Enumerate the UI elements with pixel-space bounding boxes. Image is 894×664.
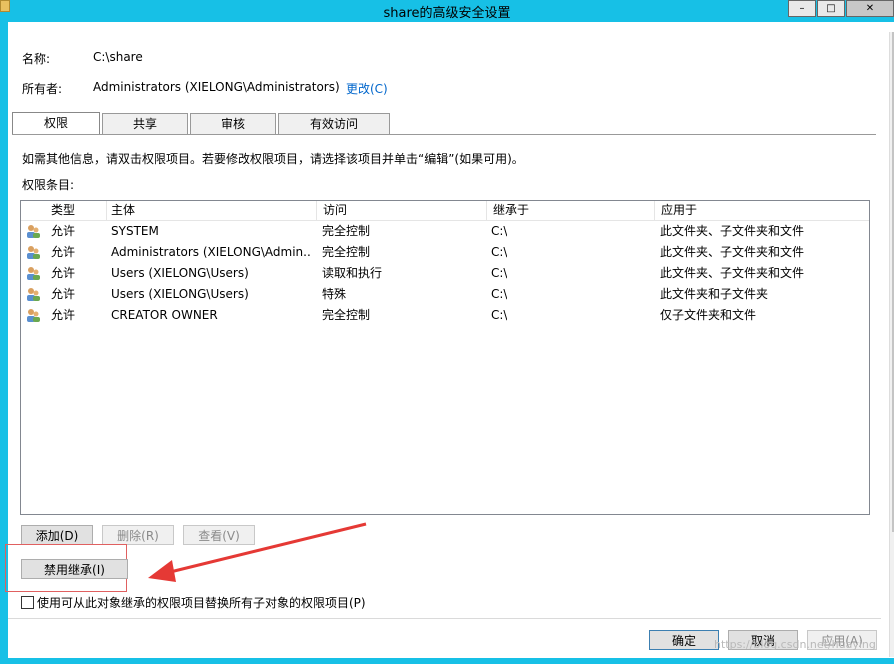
row-applies-to: 此文件夹、子文件夹和文件 xyxy=(660,245,805,259)
column-header-inherited-from[interactable]: 继承于 xyxy=(487,201,655,220)
row-access: 完全控制 xyxy=(322,224,371,238)
dialog-client-area: 名称: C:\share 所有者: Administrators (XIELON… xyxy=(5,22,894,658)
maximize-button[interactable]: □ xyxy=(817,0,845,17)
column-header-access[interactable]: 访问 xyxy=(317,201,487,220)
row-access: 读取和执行 xyxy=(322,266,383,280)
row-applies-to: 此文件夹、子文件夹和文件 xyxy=(660,266,805,280)
watermark-text: https://blog.csdn.net/huaying xyxy=(714,638,876,651)
replace-child-permissions-checkbox[interactable] xyxy=(21,596,34,609)
change-owner-link[interactable]: 更改(C) xyxy=(346,80,388,97)
row-principal: CREATOR OWNER xyxy=(111,308,218,322)
permission-entries-label: 权限条目: xyxy=(22,178,75,192)
row-type: 允许 xyxy=(51,266,76,280)
users-icon xyxy=(27,267,40,280)
red-arrow-annotation xyxy=(148,522,367,582)
row-applies-to: 此文件夹、子文件夹和文件 xyxy=(660,224,805,238)
column-header-principal[interactable]: 主体 xyxy=(105,201,317,220)
close-button[interactable]: ✕ xyxy=(846,0,894,17)
instructions-text: 如需其他信息，请双击权限项目。若要修改权限项目，请选择该项目并单击“编辑”(如果… xyxy=(22,152,524,166)
minimize-button[interactable]: – xyxy=(788,0,816,17)
row-inherited-from: C:\ xyxy=(491,266,508,280)
table-row[interactable]: 允许 Users (XIELONG\Users) 读取和执行 C:\ 此文件夹、… xyxy=(21,263,869,284)
table-row[interactable]: 允许 Administrators (XIELONG\Admin... 完全控制… xyxy=(21,242,869,263)
tab-sharing[interactable]: 共享 xyxy=(102,113,188,134)
footer-divider xyxy=(8,618,881,619)
row-inherited-from: C:\ xyxy=(491,245,508,259)
add-button[interactable]: 添加(D) xyxy=(21,525,93,545)
users-icon xyxy=(27,246,40,259)
disable-inheritance-button[interactable]: 禁用继承(I) xyxy=(21,559,128,579)
row-access: 完全控制 xyxy=(322,308,371,322)
owner-value: Administrators (XIELONG\Administrators) xyxy=(93,80,340,94)
replace-child-permissions-label: 使用可从此对象继承的权限项目替换所有子对象的权限项目(P) xyxy=(37,596,366,610)
row-access: 特殊 xyxy=(322,287,347,301)
row-principal: Users (XIELONG\Users) xyxy=(111,287,249,301)
row-principal: Users (XIELONG\Users) xyxy=(111,266,249,280)
row-inherited-from: C:\ xyxy=(491,287,508,301)
row-type: 允许 xyxy=(51,287,76,301)
table-row[interactable]: 允许 SYSTEM 完全控制 C:\ 此文件夹、子文件夹和文件 xyxy=(21,221,869,242)
row-access: 完全控制 xyxy=(322,245,371,259)
window-title: share的高级安全设置 xyxy=(383,6,511,21)
ok-button[interactable]: 确定 xyxy=(649,630,719,650)
tab-permissions[interactable]: 权限 xyxy=(12,112,100,135)
tab-bar: 权限 共享 审核 有效访问 xyxy=(12,112,392,135)
row-applies-to: 此文件夹和子文件夹 xyxy=(660,287,769,301)
row-principal: SYSTEM xyxy=(111,224,159,238)
owner-label: 所有者: xyxy=(22,82,63,96)
users-icon xyxy=(27,288,40,301)
window-bottom-border xyxy=(0,658,894,664)
table-row[interactable]: 允许 CREATOR OWNER 完全控制 C:\ 仅子文件夹和文件 xyxy=(21,305,869,326)
row-type: 允许 xyxy=(51,308,76,322)
tab-effective-access[interactable]: 有效访问 xyxy=(278,113,390,134)
list-header: 类型 主体 访问 继承于 应用于 xyxy=(21,201,869,221)
name-value: C:\share xyxy=(93,50,143,64)
window-controls: – □ ✕ xyxy=(787,0,894,17)
row-applies-to: 仅子文件夹和文件 xyxy=(660,308,757,322)
users-icon xyxy=(27,309,40,322)
row-type: 允许 xyxy=(51,245,76,259)
name-label: 名称: xyxy=(22,52,51,66)
row-inherited-from: C:\ xyxy=(491,308,508,322)
scrollbar[interactable] xyxy=(889,32,894,657)
row-type: 允许 xyxy=(51,224,76,238)
tab-auditing[interactable]: 审核 xyxy=(190,113,276,134)
column-header-applies-to[interactable]: 应用于 xyxy=(655,201,869,220)
table-row[interactable]: 允许 Users (XIELONG\Users) 特殊 C:\ 此文件夹和子文件… xyxy=(21,284,869,305)
users-icon xyxy=(27,225,40,238)
row-inherited-from: C:\ xyxy=(491,224,508,238)
tab-divider xyxy=(12,134,876,135)
permission-entries-list[interactable]: 类型 主体 访问 继承于 应用于 允许 SYSTEM 完全控制 C:\ 此文件夹… xyxy=(20,200,870,515)
column-header-type[interactable]: 类型 xyxy=(45,201,107,220)
row-principal: Administrators (XIELONG\Admin... xyxy=(111,245,311,259)
title-bar: share的高级安全设置 – □ ✕ xyxy=(0,0,894,22)
